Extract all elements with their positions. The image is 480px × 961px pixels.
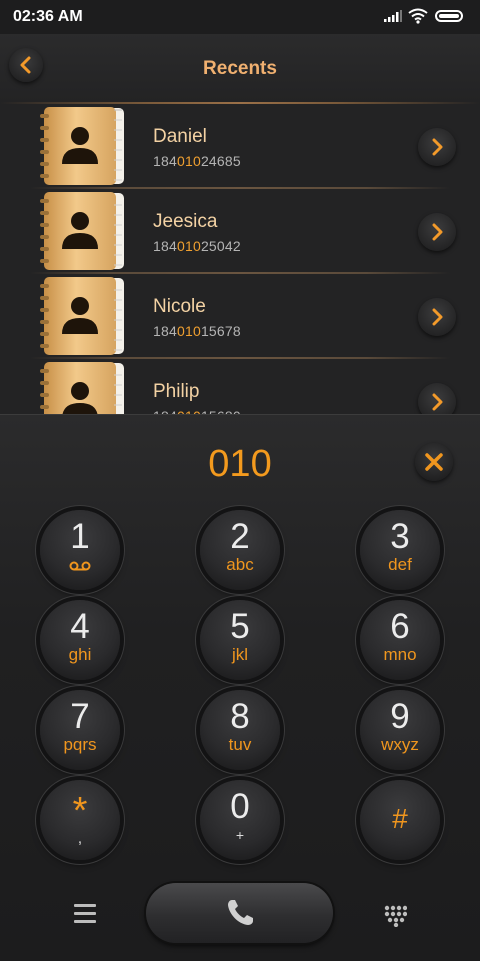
key-letters: wxyz [381, 735, 419, 754]
signal-icon [384, 10, 402, 22]
key-digit: * [72, 790, 88, 832]
contact-row[interactable]: Philip 18401015680 [0, 359, 480, 414]
key-6[interactable]: 6 mno [360, 600, 440, 680]
key-digit: 3 [390, 517, 410, 556]
recents-list[interactable]: Daniel 18401024685 Jeesica 18401025042 N… [0, 104, 480, 414]
call-button[interactable] [146, 883, 333, 943]
delete-button[interactable] [415, 443, 453, 481]
contact-name: Nicole [153, 296, 206, 317]
close-icon [425, 453, 443, 471]
key-digit: 2 [230, 517, 250, 556]
status-bar: 02:36 AM [0, 0, 480, 34]
contact-book-icon [40, 107, 124, 185]
number-match-highlight: 010 [176, 323, 201, 339]
key-1[interactable]: 1 [40, 510, 120, 590]
contact-detail-button[interactable] [418, 128, 456, 166]
contact-name: Daniel [153, 126, 207, 147]
key-letters: jkl [231, 645, 249, 664]
contact-row[interactable]: Jeesica 18401025042 [0, 189, 480, 274]
key-hash[interactable]: # [360, 780, 440, 860]
key-digit: 0 [230, 787, 250, 826]
contact-name: Philip [153, 381, 200, 402]
contact-number: 18401024685 [153, 153, 241, 169]
key-0[interactable]: 0 + [200, 780, 280, 860]
voicemail-icon [69, 561, 91, 571]
key-letters: abc [226, 555, 254, 574]
key-star[interactable]: * , [40, 780, 120, 860]
contact-detail-button[interactable] [418, 383, 456, 414]
key-digit: 5 [230, 607, 250, 646]
key-letters: , [77, 830, 83, 847]
key-8[interactable]: 8 tuv [200, 690, 280, 770]
key-letters: ghi [68, 645, 92, 664]
phone-icon [227, 900, 253, 925]
key-digit: 6 [390, 607, 410, 646]
status-time: 02:36 AM [13, 8, 83, 25]
key-digit: 8 [230, 697, 250, 736]
key-letters: tuv [228, 735, 252, 754]
chevron-right-icon [432, 393, 443, 411]
contact-detail-button[interactable] [418, 213, 456, 251]
key-letters: def [388, 555, 412, 574]
dialer-panel [0, 414, 480, 961]
contact-row[interactable]: Daniel 18401024685 [0, 104, 480, 189]
key-digit: # [392, 803, 408, 834]
dialpad-icon[interactable] [383, 905, 407, 927]
contact-number: 18401025042 [153, 238, 241, 254]
chevron-right-icon [432, 138, 443, 156]
page-title: Recents [203, 58, 277, 79]
wifi-icon [408, 8, 428, 24]
dialed-number-display[interactable]: 010 [0, 443, 480, 486]
key-2[interactable]: 2 abc [200, 510, 280, 590]
contact-row[interactable]: Nicole 18401015678 [0, 274, 480, 359]
key-digit: 4 [70, 607, 90, 646]
contact-name: Jeesica [153, 211, 218, 232]
key-9[interactable]: 9 wxyz [360, 690, 440, 770]
key-letters: + [235, 827, 245, 843]
key-digit: 9 [390, 697, 410, 736]
key-7[interactable]: 7 pqrs [40, 690, 120, 770]
number-match-highlight: 010 [176, 238, 201, 254]
key-digit: 7 [70, 697, 90, 736]
key-letters: pqrs [63, 735, 97, 754]
key-digit: 1 [70, 517, 90, 556]
key-letters: mno [383, 645, 417, 664]
contact-book-icon [40, 277, 124, 355]
header-bar: Recents [0, 34, 480, 102]
menu-icon[interactable] [74, 904, 96, 928]
chevron-right-icon [432, 223, 443, 241]
contact-book-icon [40, 192, 124, 270]
key-4[interactable]: 4 ghi [40, 600, 120, 680]
contact-detail-button[interactable] [418, 298, 456, 336]
contact-number: 18401015678 [153, 323, 241, 339]
battery-icon [435, 10, 463, 22]
key-5[interactable]: 5 jkl [200, 600, 280, 680]
chevron-right-icon [432, 308, 443, 326]
key-3[interactable]: 3 def [360, 510, 440, 590]
number-match-highlight: 010 [176, 153, 201, 169]
contact-book-icon [40, 362, 124, 414]
